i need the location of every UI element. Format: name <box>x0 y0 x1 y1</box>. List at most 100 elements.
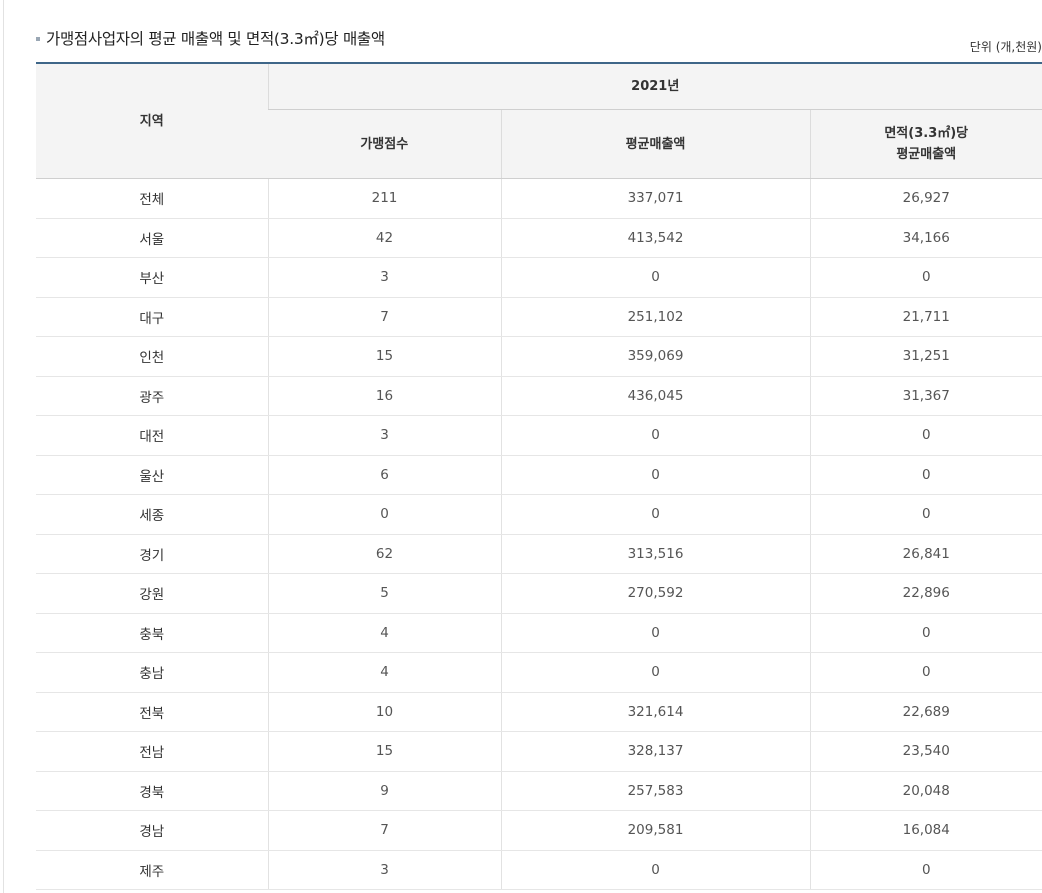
avg-sales-cell: 337,071 <box>500 178 810 219</box>
per-area-sales-cell: 34,166 <box>809 218 1042 258</box>
avg-sales-header: 평균매출액 <box>500 109 810 179</box>
region-cell: 전체 <box>36 178 268 219</box>
table-row: 경남 7 209,581 16,084 <box>36 810 1042 851</box>
table-row: 인천 15 359,069 31,251 <box>36 336 1042 377</box>
region-cell: 세종 <box>36 494 268 535</box>
franchise-count-cell: 6 <box>267 455 501 495</box>
left-divider <box>3 0 4 893</box>
per-area-sales-cell: 0 <box>809 257 1042 298</box>
per-area-header-line2: 평균매출액 <box>896 147 957 162</box>
region-cell: 광주 <box>36 376 268 416</box>
avg-sales-cell: 0 <box>500 652 810 693</box>
region-cell: 서울 <box>36 218 268 258</box>
franchise-count-cell: 42 <box>267 218 501 258</box>
avg-sales-cell: 0 <box>500 494 810 535</box>
franchise-count-cell: 3 <box>267 257 501 298</box>
per-area-sales-cell: 31,251 <box>809 336 1042 377</box>
franchise-count-cell: 211 <box>267 178 501 219</box>
table-row: 경기 62 313,516 26,841 <box>36 534 1042 574</box>
avg-sales-cell: 0 <box>500 257 810 298</box>
per-area-sales-cell: 16,084 <box>809 810 1042 851</box>
avg-sales-cell: 313,516 <box>500 534 810 574</box>
unit-label: 단위 (개,천원) <box>969 40 1042 54</box>
table-row: 부산 3 0 0 <box>36 257 1042 298</box>
table-body: 전체 211 337,071 26,927 서울 42 413,542 34,166 부산 3 0 0… <box>36 178 1042 890</box>
per-area-sales-header: 면적(3.3㎡)당 평균매출액 <box>809 109 1042 179</box>
per-area-sales-cell: 26,841 <box>809 534 1042 574</box>
region-cell: 강원 <box>36 573 268 614</box>
franchise-count-cell: 3 <box>267 415 501 456</box>
section-title-row: 가맹점사업자의 평균 매출액 및 면적(3.3㎡)당 매출액 <box>36 26 385 50</box>
per-area-sales-cell: 0 <box>809 455 1042 495</box>
region-cell: 대전 <box>36 415 268 456</box>
page: 가맹점사업자의 평균 매출액 및 면적(3.3㎡)당 매출액 단위 (개,천원)… <box>0 0 1042 893</box>
region-cell: 대구 <box>36 297 268 337</box>
per-area-sales-cell: 0 <box>809 850 1042 890</box>
table-row: 충남 4 0 0 <box>36 652 1042 693</box>
per-area-sales-cell: 26,927 <box>809 178 1042 219</box>
region-cell: 경남 <box>36 810 268 851</box>
region-cell: 인천 <box>36 336 268 377</box>
region-column-header: 지역 <box>36 63 268 179</box>
avg-sales-cell: 328,137 <box>500 731 810 772</box>
table-row: 전북 10 321,614 22,689 <box>36 692 1042 732</box>
year-column-header: 2021년 <box>267 63 1042 110</box>
sales-table: 지역 2021년 가맹점수 평균매출액 면적(3.3㎡)당 평균매출액 전체 21… <box>36 62 1042 890</box>
per-area-sales-cell: 0 <box>809 415 1042 456</box>
table-row: 서울 42 413,542 34,166 <box>36 218 1042 258</box>
avg-sales-cell: 359,069 <box>500 336 810 377</box>
table-row: 제주 3 0 0 <box>36 850 1042 890</box>
table-row: 충북 4 0 0 <box>36 613 1042 653</box>
table-row: 세종 0 0 0 <box>36 494 1042 535</box>
table-row: 대전 3 0 0 <box>36 415 1042 456</box>
table-row: 대구 7 251,102 21,711 <box>36 297 1042 337</box>
avg-sales-cell: 0 <box>500 455 810 495</box>
per-area-header-line1: 면적(3.3㎡)당 <box>884 126 969 141</box>
per-area-sales-cell: 21,711 <box>809 297 1042 337</box>
avg-sales-cell: 413,542 <box>500 218 810 258</box>
avg-sales-cell: 0 <box>500 613 810 653</box>
per-area-sales-cell: 22,896 <box>809 573 1042 614</box>
table-header: 지역 2021년 가맹점수 평균매출액 면적(3.3㎡)당 평균매출액 <box>36 63 1042 179</box>
per-area-sales-cell: 20,048 <box>809 771 1042 811</box>
franchise-count-cell: 7 <box>267 297 501 337</box>
bullet-icon <box>36 37 40 41</box>
per-area-sales-cell: 22,689 <box>809 692 1042 732</box>
avg-sales-cell: 251,102 <box>500 297 810 337</box>
region-cell: 전북 <box>36 692 268 732</box>
region-cell: 제주 <box>36 850 268 890</box>
table-row: 경북 9 257,583 20,048 <box>36 771 1042 811</box>
per-area-sales-cell: 23,540 <box>809 731 1042 772</box>
franchise-count-cell: 16 <box>267 376 501 416</box>
franchise-count-cell: 7 <box>267 810 501 851</box>
avg-sales-cell: 436,045 <box>500 376 810 416</box>
franchise-count-cell: 10 <box>267 692 501 732</box>
per-area-sales-cell: 0 <box>809 494 1042 535</box>
region-cell: 울산 <box>36 455 268 495</box>
franchise-count-cell: 15 <box>267 336 501 377</box>
table-row: 강원 5 270,592 22,896 <box>36 573 1042 614</box>
avg-sales-cell: 270,592 <box>500 573 810 614</box>
table-row: 전남 15 328,137 23,540 <box>36 731 1042 772</box>
avg-sales-cell: 257,583 <box>500 771 810 811</box>
franchise-count-header: 가맹점수 <box>268 109 501 179</box>
avg-sales-cell: 0 <box>500 850 810 890</box>
per-area-sales-cell: 31,367 <box>809 376 1042 416</box>
franchise-count-cell: 4 <box>267 652 501 693</box>
region-cell: 부산 <box>36 257 268 298</box>
avg-sales-cell: 321,614 <box>500 692 810 732</box>
region-cell: 전남 <box>36 731 268 772</box>
franchise-count-cell: 3 <box>267 850 501 890</box>
table-row: 울산 6 0 0 <box>36 455 1042 495</box>
franchise-count-cell: 0 <box>267 494 501 535</box>
avg-sales-cell: 0 <box>500 415 810 456</box>
region-cell: 충북 <box>36 613 268 653</box>
section-title: 가맹점사업자의 평균 매출액 및 면적(3.3㎡)당 매출액 <box>46 30 385 48</box>
region-cell: 경기 <box>36 534 268 574</box>
per-area-sales-cell: 0 <box>809 652 1042 693</box>
table-row: 전체 211 337,071 26,927 <box>36 178 1042 219</box>
per-area-sales-cell: 0 <box>809 613 1042 653</box>
region-cell: 경북 <box>36 771 268 811</box>
franchise-count-cell: 5 <box>267 573 501 614</box>
table-row: 광주 16 436,045 31,367 <box>36 376 1042 416</box>
